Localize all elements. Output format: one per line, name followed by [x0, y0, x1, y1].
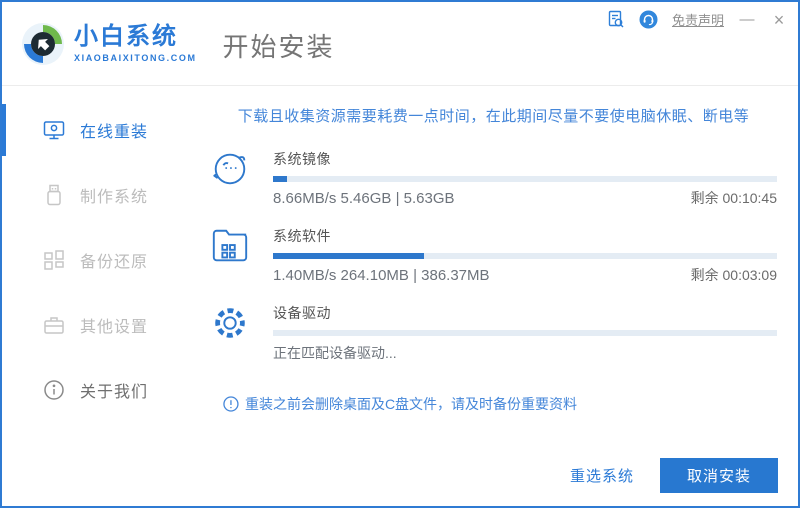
info-circle-icon [42, 378, 66, 402]
backup-notice-text: 重装之前会删除桌面及C盘文件，请及时备份重要资料 [244, 396, 578, 412]
monitor-icon [42, 118, 66, 142]
minimize-button[interactable]: — [738, 11, 756, 29]
usb-drive-icon [42, 183, 66, 207]
task-stats: 1.40MB/s 264.10MB | 386.37MB [273, 267, 490, 284]
footer-actions: 重选系统 取消安装 [570, 458, 778, 493]
sidebar-item-online-reinstall[interactable]: 在线重装 [2, 104, 202, 156]
brand-domain: XIAOBAIXITONG.COM [74, 53, 197, 64]
logo-icon [22, 22, 64, 65]
progress-fill [273, 176, 288, 182]
sidebar: 在线重装 制作系统 备份还原 其他设置 关于我们 [2, 86, 202, 506]
disclaimer-link[interactable]: 免责声明 [672, 10, 724, 29]
app-window: 免责声明 — × 小白系统 XIAOBAIXITONG.COM 开始安装 在线重… [0, 0, 800, 508]
document-search-icon[interactable] [606, 10, 625, 29]
page-title: 开始安装 [222, 32, 335, 62]
alert-circle-icon [223, 396, 239, 412]
mascot-face-icon [210, 147, 250, 193]
sidebar-item-label: 在线重装 [80, 124, 149, 141]
progress-bar-system-software [273, 253, 777, 259]
app-logo: 小白系统 XIAOBAIXITONG.COM [20, 21, 197, 67]
active-indicator [2, 104, 6, 156]
task-stats: 8.66MB/s 5.46GB | 5.63GB [273, 190, 455, 207]
progress-bar-system-image [273, 176, 777, 182]
sidebar-item-other-settings[interactable]: 其他设置 [2, 299, 202, 351]
task-remaining: 剩余 00:03:09 [690, 267, 777, 283]
task-title: 系统镜像 [273, 151, 331, 167]
sidebar-item-make-system[interactable]: 制作系统 [2, 169, 202, 221]
sidebar-item-label: 备份还原 [80, 254, 149, 271]
task-remaining: 剩余 00:10:45 [690, 190, 777, 206]
sidebar-item-label: 关于我们 [80, 384, 149, 401]
progress-fill [273, 253, 425, 259]
backup-blocks-icon [42, 248, 66, 272]
progress-bar-device-drivers [273, 330, 777, 336]
task-system-software: 系统软件 1.40MB/s 264.10MB | 386.37MB 剩余 00:… [210, 224, 777, 285]
task-system-image: 系统镜像 8.66MB/s 5.46GB | 5.63GB 剩余 00:10:4… [210, 147, 777, 208]
reselect-system-button[interactable]: 重选系统 [570, 465, 634, 486]
sidebar-item-about-us[interactable]: 关于我们 [2, 364, 202, 416]
customer-support-icon[interactable] [639, 10, 658, 29]
close-button[interactable]: × [770, 11, 788, 29]
task-device-drivers: 设备驱动 正在匹配设备驱动... [210, 301, 777, 363]
toolbox-icon [42, 313, 66, 337]
task-title: 系统软件 [273, 228, 331, 244]
cancel-install-button[interactable]: 取消安装 [659, 458, 778, 493]
warning-text: 下载且收集资源需要耗费一点时间，在此期间尽量不要使电脑休眠、断电等 [237, 108, 750, 125]
task-status: 正在匹配设备驱动... [273, 345, 397, 361]
brand-name: 小白系统 [74, 22, 178, 50]
task-title: 设备驱动 [273, 305, 331, 321]
sidebar-item-label: 制作系统 [80, 189, 149, 206]
backup-notice: 重装之前会删除桌面及C盘文件，请及时备份重要资料 [223, 394, 577, 414]
sidebar-item-label: 其他设置 [80, 319, 149, 336]
install-progress-panel: 下载且收集资源需要耗费一点时间，在此期间尽量不要使电脑休眠、断电等 系统镜像 8… [202, 86, 798, 506]
sidebar-item-backup-restore[interactable]: 备份还原 [2, 234, 202, 286]
gear-icon [210, 301, 250, 347]
folder-apps-icon [210, 224, 250, 270]
titlebar-controls: 免责声明 — × [606, 10, 788, 29]
